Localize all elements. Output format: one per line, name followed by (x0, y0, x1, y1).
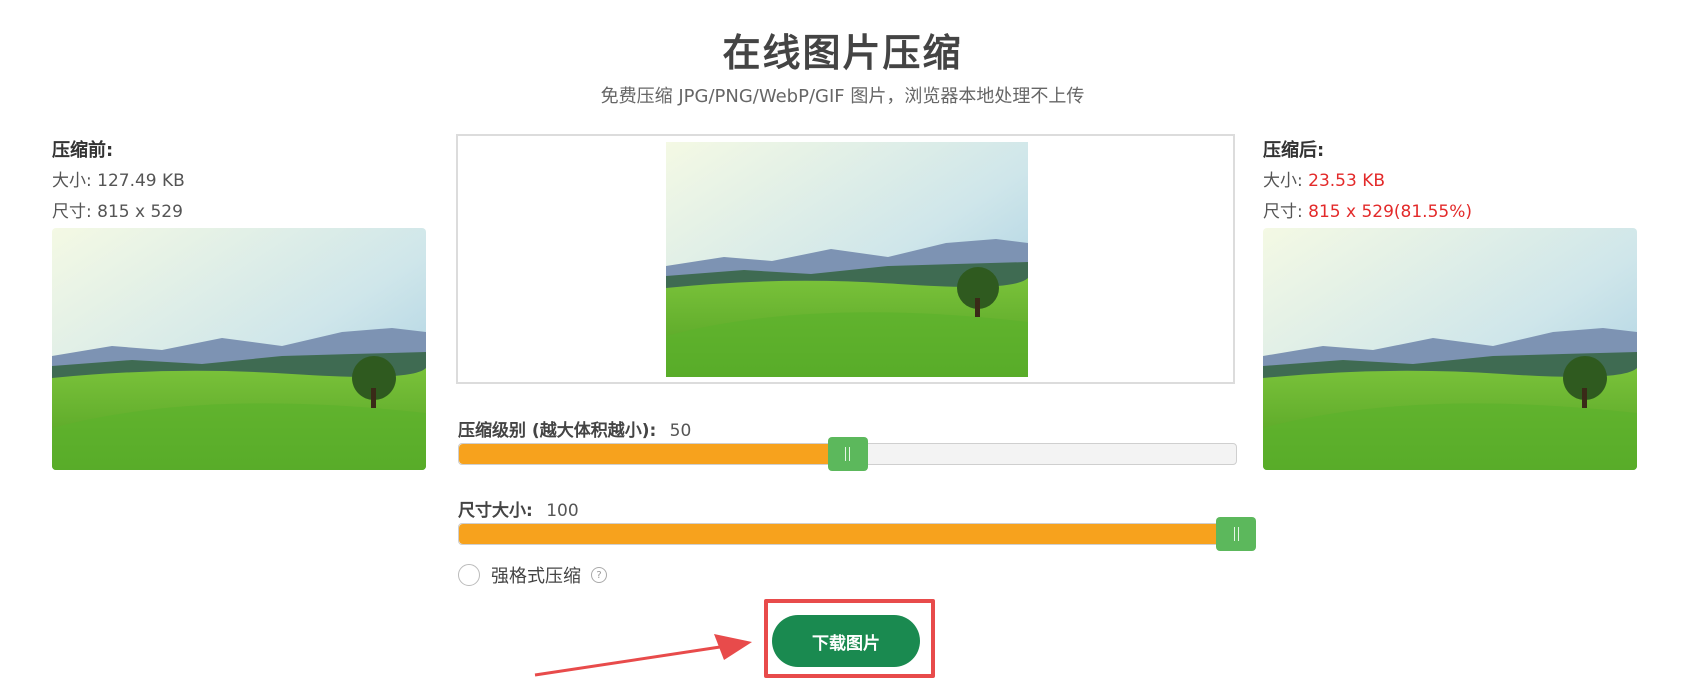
compression-slider-fill (459, 444, 848, 464)
before-dimensions: 尺寸: 815 x 529 (52, 197, 426, 228)
preview-box (456, 134, 1235, 384)
after-size-label: 大小: (1263, 171, 1303, 191)
strict-mode-checkbox[interactable] (458, 564, 480, 586)
compression-value: 50 (669, 421, 692, 441)
strict-mode-label: 强格式压缩 (491, 566, 581, 587)
before-size-value: 127.49 KB (97, 171, 185, 191)
before-size: 大小: 127.49 KB (52, 166, 426, 197)
after-panel: 压缩后: 大小: 23.53 KB 尺寸: 815 x 529(81.55%) (1263, 136, 1637, 470)
before-heading: 压缩前: (52, 140, 114, 161)
download-button[interactable]: 下载图片 (772, 615, 920, 667)
after-heading: 压缩后: (1263, 140, 1325, 161)
after-size: 大小: 23.53 KB (1263, 166, 1637, 197)
after-size-value: 23.53 KB (1308, 171, 1386, 191)
after-dims-label: 尺寸: (1263, 202, 1303, 222)
resize-slider-handle[interactable] (1216, 517, 1256, 551)
page-subtitle: 免费压缩 JPG/PNG/WebP/GIF 图片，浏览器本地处理不上传 (600, 86, 1085, 107)
before-dims-label: 尺寸: (52, 202, 92, 222)
compression-label-text: 压缩级别 (越大体积越小): (458, 421, 657, 441)
compression-label: 压缩级别 (越大体积越小): 50 (458, 416, 691, 441)
question-circle-icon[interactable]: ? (591, 567, 607, 583)
before-size-label: 大小: (52, 171, 92, 191)
strict-mode-row[interactable]: 强格式压缩 ? (458, 563, 607, 587)
after-dims-value: 815 x 529(81.55%) (1308, 202, 1472, 222)
before-image (52, 228, 426, 470)
compression-slider-handle[interactable] (827, 437, 868, 471)
after-dimensions: 尺寸: 815 x 529(81.55%) (1263, 197, 1637, 228)
resize-value: 100 (546, 501, 579, 521)
preview-image (666, 142, 1028, 377)
compression-slider[interactable] (458, 437, 1237, 471)
before-panel: 压缩前: 大小: 127.49 KB 尺寸: 815 x 529 (52, 136, 426, 470)
arrow-right-icon (534, 634, 752, 677)
before-dims-value: 815 x 529 (97, 202, 183, 222)
resize-label: 尺寸大小: 100 (458, 496, 579, 521)
page-title: 在线图片压缩 (722, 31, 963, 75)
resize-label-text: 尺寸大小: (458, 501, 533, 521)
resize-slider[interactable] (458, 517, 1256, 551)
after-image (1263, 228, 1637, 470)
resize-slider-fill (459, 524, 1236, 544)
